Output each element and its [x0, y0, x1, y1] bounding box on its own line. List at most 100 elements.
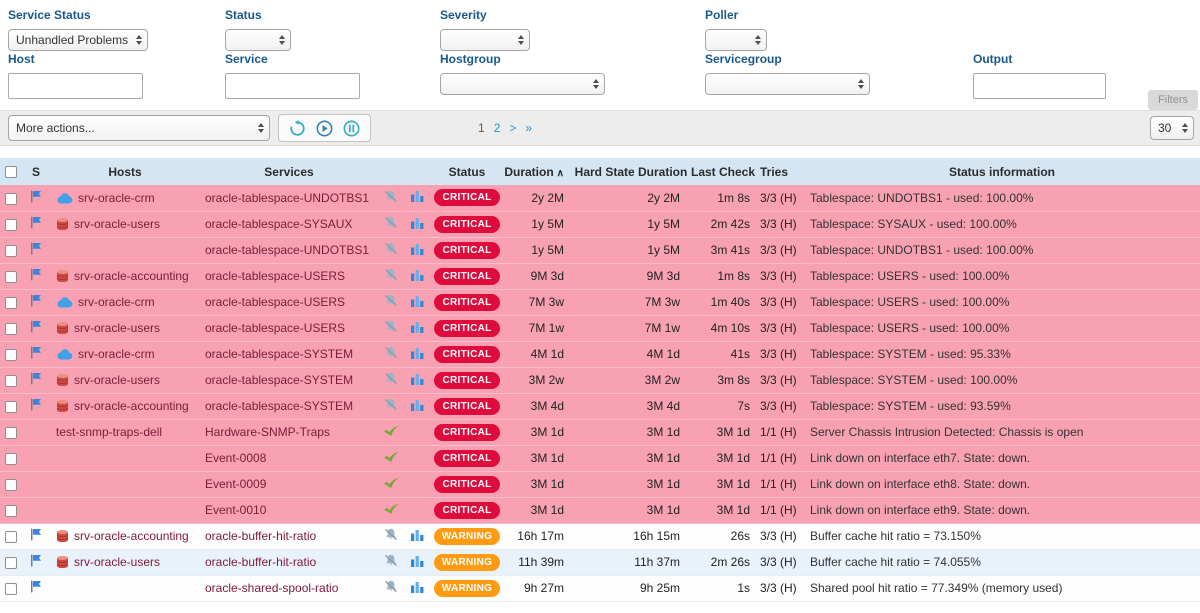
chart-icon[interactable]	[411, 347, 424, 359]
row-checkbox[interactable]	[5, 375, 17, 387]
service-link[interactable]: oracle-buffer-hit-ratio	[205, 529, 316, 543]
status-cell: CRITICAL	[430, 237, 504, 263]
service-link[interactable]: Event-0010	[205, 503, 266, 517]
service-link[interactable]: oracle-tablespace-SYSTEM	[205, 373, 353, 387]
row-checkbox[interactable]	[5, 193, 17, 205]
play-icon[interactable]	[316, 120, 333, 137]
host-link[interactable]: srv-oracle-users	[74, 217, 160, 231]
pause-icon[interactable]	[343, 120, 360, 137]
host-link[interactable]: srv-oracle-accounting	[74, 529, 189, 543]
poller-select[interactable]	[705, 29, 767, 51]
service-link[interactable]: Event-0009	[205, 477, 266, 491]
last-check-cell: 3m 41s	[688, 237, 758, 263]
select-arrows-icon	[1181, 123, 1189, 133]
service-link[interactable]: oracle-tablespace-USERS	[205, 321, 345, 335]
service-status-select[interactable]: Unhandled Problems	[8, 29, 148, 51]
chart-icon[interactable]	[411, 399, 424, 411]
host-cell: srv-oracle-crm	[50, 185, 200, 211]
service-link[interactable]: oracle-tablespace-UNDOTBS1	[205, 191, 369, 205]
col-header-last-check[interactable]: Last Check	[688, 158, 758, 185]
row-checkbox[interactable]	[5, 531, 17, 543]
service-link[interactable]: oracle-tablespace-UNDOTBS1	[205, 243, 369, 257]
last-check-cell: 3M 1d	[688, 471, 758, 497]
col-header-status[interactable]: Status	[430, 158, 504, 185]
chart-icon[interactable]	[411, 321, 424, 333]
chart-icon[interactable]	[411, 555, 424, 567]
col-header-services[interactable]: Services	[200, 158, 378, 185]
bell-muted-icon	[384, 554, 398, 567]
bell-muted-icon	[384, 294, 398, 307]
chart-icon[interactable]	[411, 581, 424, 593]
output-input[interactable]	[973, 73, 1106, 99]
row-checkbox[interactable]	[5, 271, 17, 283]
host-link[interactable]: srv-oracle-accounting	[74, 269, 189, 283]
service-link[interactable]: oracle-tablespace-SYSTEM	[205, 399, 353, 413]
host-cell	[50, 471, 200, 497]
row-checkbox[interactable]	[5, 453, 17, 465]
col-header-hard-state-duration[interactable]: Hard State Duration	[574, 158, 688, 185]
more-actions-select[interactable]: More actions...	[8, 115, 270, 141]
row-checkbox[interactable]	[5, 479, 17, 491]
host-link[interactable]: test-snmp-traps-dell	[56, 425, 162, 439]
row-checkbox[interactable]	[5, 401, 17, 413]
page-next-link[interactable]: >	[509, 121, 516, 135]
tries-cell: 3/3 (H)	[758, 315, 804, 341]
chart-icon[interactable]	[411, 217, 424, 229]
host-input[interactable]	[8, 73, 143, 99]
page-2-link[interactable]: 2	[494, 121, 501, 135]
check-icon	[383, 503, 400, 515]
service-link[interactable]: oracle-shared-spool-ratio	[205, 581, 338, 595]
service-link[interactable]: oracle-tablespace-SYSTEM	[205, 347, 353, 361]
hard-state-duration-cell: 3M 4d	[574, 393, 688, 419]
chart-icon[interactable]	[411, 529, 424, 541]
service-link[interactable]: oracle-tablespace-USERS	[205, 269, 345, 283]
status-badge: WARNING	[434, 528, 500, 545]
host-link[interactable]: srv-oracle-users	[74, 373, 160, 387]
row-checkbox[interactable]	[5, 583, 17, 595]
filters-button[interactable]: Filters	[1148, 90, 1198, 110]
service-input[interactable]	[225, 73, 360, 99]
row-checkbox[interactable]	[5, 245, 17, 257]
host-link[interactable]: srv-oracle-accounting	[74, 399, 189, 413]
row-checkbox[interactable]	[5, 427, 17, 439]
host-link[interactable]: srv-oracle-crm	[78, 295, 155, 309]
service-link[interactable]: oracle-tablespace-SYSAUX	[205, 217, 352, 231]
page-last-link[interactable]: »	[525, 121, 532, 135]
chart-icon[interactable]	[411, 295, 424, 307]
status-information-cell: Tablespace: UNDOTBS1 - used: 100.00%	[804, 237, 1200, 263]
servicegroup-select[interactable]	[705, 73, 870, 95]
hostgroup-select[interactable]	[440, 73, 605, 95]
status-select[interactable]	[225, 29, 291, 51]
col-header-s[interactable]: S	[22, 158, 50, 185]
refresh-icon[interactable]	[289, 120, 306, 137]
col-header-duration[interactable]: Duration∧	[504, 158, 574, 185]
severity-select[interactable]	[440, 29, 530, 51]
service-link[interactable]: Hardware-SNMP-Traps	[205, 425, 330, 439]
page-current[interactable]: 1	[478, 121, 485, 135]
chart-icon[interactable]	[411, 243, 424, 255]
row-checkbox[interactable]	[5, 297, 17, 309]
row-checkbox[interactable]	[5, 219, 17, 231]
chart-icon[interactable]	[411, 373, 424, 385]
row-checkbox[interactable]	[5, 505, 17, 517]
col-header-hosts[interactable]: Hosts	[50, 158, 200, 185]
host-link[interactable]: srv-oracle-crm	[78, 191, 155, 205]
row-checkbox[interactable]	[5, 557, 17, 569]
host-link[interactable]: srv-oracle-crm	[78, 347, 155, 361]
row-checkbox[interactable]	[5, 349, 17, 361]
service-link[interactable]: oracle-tablespace-USERS	[205, 295, 345, 309]
chart-icon[interactable]	[411, 269, 424, 281]
row-checkbox[interactable]	[5, 323, 17, 335]
select-all-checkbox[interactable]	[5, 166, 17, 178]
col-header-tries[interactable]: Tries	[758, 158, 804, 185]
service-link[interactable]: oracle-buffer-hit-ratio	[205, 555, 316, 569]
service-cell: oracle-shared-spool-ratio	[200, 575, 378, 601]
host-link[interactable]: srv-oracle-users	[74, 555, 160, 569]
service-cell: oracle-tablespace-USERS	[200, 315, 378, 341]
page-size-select[interactable]: 30	[1150, 116, 1194, 140]
service-link[interactable]: Event-0008	[205, 451, 266, 465]
chart-icon[interactable]	[411, 190, 424, 202]
host-link[interactable]: srv-oracle-users	[74, 321, 160, 335]
col-header-status-information[interactable]: Status information	[804, 158, 1200, 185]
notification-flag-icon	[30, 554, 42, 567]
